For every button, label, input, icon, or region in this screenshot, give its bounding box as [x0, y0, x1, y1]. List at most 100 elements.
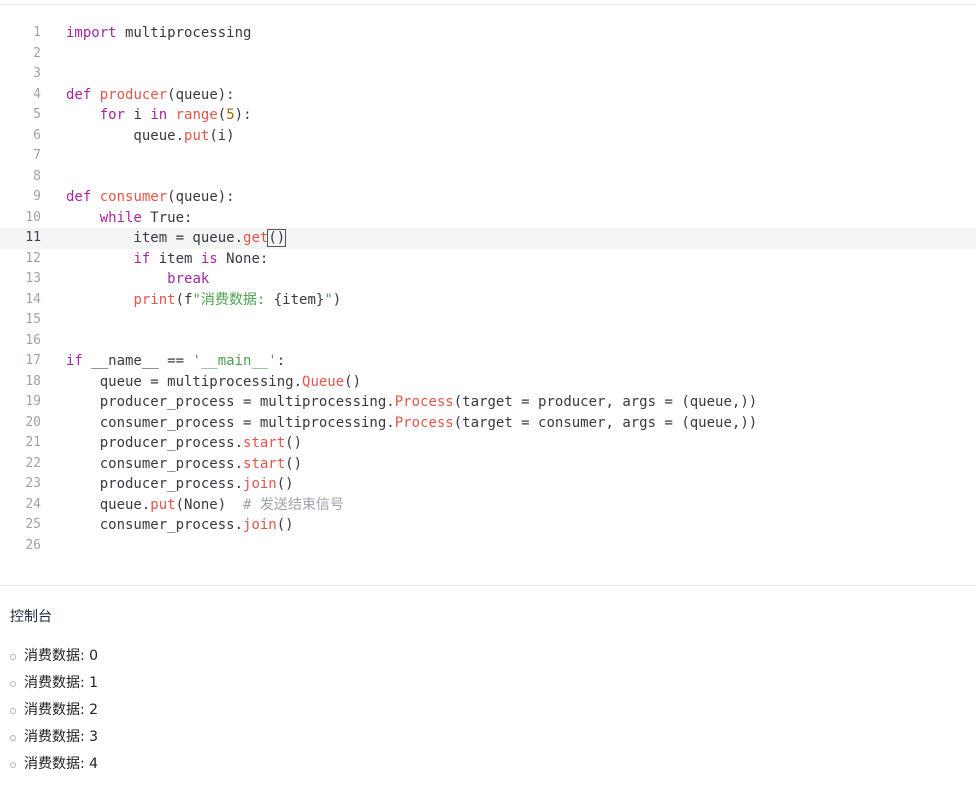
- code-token: consumer: [99, 189, 168, 205]
- console-line: 消费数据: 0: [10, 646, 98, 673]
- code-line[interactable]: 26: [0, 536, 976, 557]
- code-line[interactable]: 8: [0, 167, 976, 188]
- code-line[interactable]: 5 for i in range(5):: [0, 105, 976, 126]
- code-line[interactable]: 12 if item is None:: [0, 249, 976, 270]
- code-token: None:: [217, 250, 269, 267]
- code-line[interactable]: 19 producer_process = multiprocessing.Pr…: [0, 392, 976, 413]
- code-token: consumer_process.: [66, 517, 244, 533]
- line-number: 26: [25, 537, 41, 553]
- line-number: 5: [33, 107, 41, 122]
- code-token: Process: [394, 414, 454, 431]
- code-line[interactable]: 11 item = queue.get(): [0, 228, 976, 249]
- code-line[interactable]: 10 while True:: [0, 208, 976, 229]
- console-line: 消费数据: 2: [10, 700, 98, 727]
- code-token: start: [243, 455, 286, 472]
- line-number: 13: [25, 271, 41, 286]
- code-token: multiprocessing: [116, 25, 252, 41]
- code-line[interactable]: 18 queue = multiprocessing.Queue(): [0, 372, 976, 393]
- code-token: (target = consumer, args = (queue,)): [453, 414, 758, 431]
- code-token: producer: [99, 86, 168, 103]
- code-token: (queue):: [167, 86, 235, 103]
- code-line[interactable]: 4 def producer(queue):: [0, 85, 976, 106]
- console-line-text: 消费数据: 1: [24, 675, 99, 691]
- code-token: queue.: [66, 127, 185, 144]
- line-number: 7: [33, 148, 41, 163]
- code-token: (target = producer, args = (queue,)): [453, 394, 758, 410]
- line-number: 24: [25, 496, 41, 512]
- circle-bullet-icon: [10, 735, 16, 741]
- code-token: producer_process.: [66, 435, 244, 451]
- code-text: consumer_process.start(): [66, 454, 302, 475]
- code-token: queue = multiprocessing.: [66, 373, 303, 390]
- line-number: 15: [25, 312, 41, 327]
- line-number: 14: [25, 291, 41, 307]
- code-token: (queue):: [167, 189, 235, 205]
- line-number: 19: [25, 394, 41, 409]
- code-token: get: [243, 230, 269, 246]
- code-token: (): [267, 229, 287, 247]
- code-line[interactable]: 14 print(f"消费数据: {item}"): [0, 290, 976, 311]
- code-line[interactable]: 20 consumer_process = multiprocessing.Pr…: [0, 413, 976, 434]
- line-number: 21: [25, 435, 41, 450]
- line-number: 18: [25, 373, 41, 389]
- code-line[interactable]: 9 def consumer(queue):: [0, 187, 976, 208]
- code-text: while True:: [66, 208, 193, 229]
- code-line[interactable]: 6 queue.put(i): [0, 126, 976, 147]
- code-token: if: [133, 250, 151, 267]
- code-text: import multiprocessing: [66, 23, 251, 44]
- line-number: 10: [25, 209, 41, 225]
- code-line[interactable]: 15: [0, 310, 976, 331]
- code-token: is: [200, 250, 218, 267]
- line-number: 25: [25, 517, 41, 532]
- code-token: (): [276, 476, 294, 492]
- line-number: 2: [33, 45, 41, 61]
- console-line-text: 消费数据: 3: [24, 729, 99, 745]
- code-text: queue.put(None) # 发送结束信号: [66, 495, 344, 516]
- code-token: start: [243, 435, 286, 451]
- code-text: if __name__ == '__main__':: [66, 351, 285, 372]
- code-token: (): [344, 373, 362, 390]
- code-line[interactable]: 13 break: [0, 269, 976, 290]
- code-text: def consumer(queue):: [66, 187, 235, 208]
- code-line[interactable]: 3: [0, 64, 976, 85]
- line-number: 11: [25, 230, 41, 245]
- code-token: (i): [209, 127, 235, 144]
- code-line[interactable]: 2: [0, 44, 976, 65]
- code-token: Process: [394, 394, 454, 410]
- line-number: 4: [33, 86, 41, 102]
- code-token: ": [324, 291, 333, 308]
- code-token: while: [99, 209, 142, 226]
- code-line[interactable]: 25 consumer_process.join(): [0, 515, 976, 536]
- code-text: consumer_process.join(): [66, 515, 294, 536]
- code-token: def: [66, 189, 92, 205]
- code-token: queue.: [66, 496, 151, 513]
- line-number: 23: [25, 476, 41, 491]
- code-token: break: [167, 271, 210, 287]
- circle-bullet-icon: [10, 762, 16, 768]
- code-line[interactable]: 16: [0, 331, 976, 352]
- code-text: break: [66, 269, 209, 290]
- code-line[interactable]: 22 consumer_process.start(): [0, 454, 976, 475]
- code-text: item = queue.get(): [66, 228, 287, 249]
- console-title: 控制台: [10, 609, 52, 625]
- code-token: ): [332, 291, 342, 308]
- code-line[interactable]: 24 queue.put(None) # 发送结束信号: [0, 495, 976, 516]
- code-token: Queue: [302, 373, 345, 390]
- code-token: (None): [175, 496, 244, 513]
- code-line[interactable]: 21 producer_process.start(): [0, 433, 976, 454]
- code-text: queue.put(i): [66, 126, 235, 147]
- code-token: (): [285, 435, 303, 451]
- code-line[interactable]: 1 import multiprocessing: [0, 23, 976, 44]
- code-token: item: [150, 250, 201, 267]
- console-line-text: 消费数据: 2: [24, 702, 99, 718]
- code-editor[interactable]: 1 import multiprocessing 2 3 4 def producer(q…: [0, 23, 976, 556]
- code-line[interactable]: 7: [0, 146, 976, 167]
- code-token: True:: [141, 209, 193, 226]
- code-line[interactable]: 23 producer_process.join(): [0, 474, 976, 495]
- code-line[interactable]: 17 if __name__ == '__main__':: [0, 351, 976, 372]
- code-text: queue = multiprocessing.Queue(): [66, 372, 361, 393]
